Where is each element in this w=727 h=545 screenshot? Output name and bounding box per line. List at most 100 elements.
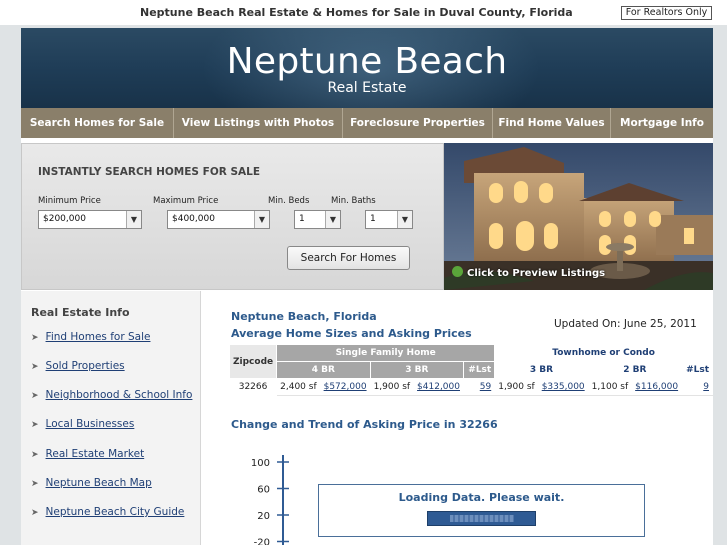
sidebar-item-label: Sold Properties: [45, 360, 125, 372]
sidebar-item-local-businesses[interactable]: ➤ Local Businesses: [31, 418, 134, 430]
tc3-price-link[interactable]: $335,000: [542, 382, 585, 392]
sf4-price-link[interactable]: $572,000: [324, 382, 367, 392]
chevron-right-icon: ➤: [31, 479, 39, 489]
sidebar-item-find-homes[interactable]: ➤ Find Homes for Sale: [31, 331, 150, 343]
sidebar-item-label: Real Estate Market: [45, 448, 145, 460]
zip-header: Zipcode: [228, 344, 278, 379]
min-baths-label: Min. Baths: [331, 196, 376, 206]
chevron-down-icon: ▼: [126, 211, 141, 228]
sidebar-item-label: Neptune Beach Map: [45, 477, 152, 489]
nav-view-listings[interactable]: View Listings with Photos: [174, 108, 343, 138]
tc3-price-cell: $335,000: [537, 378, 589, 396]
min-baths-select[interactable]: 1 ▼: [365, 210, 413, 229]
preview-listings-link[interactable]: Click to Preview Listings: [452, 266, 605, 279]
chart-y-axis: 100 60 20 -20: [251, 455, 289, 545]
tc-2br-header: 2 BR: [587, 361, 683, 379]
chart-y-tick-label: 60: [257, 485, 270, 496]
page-title: Neptune Beach Real Estate & Homes for Sa…: [140, 6, 573, 19]
sidebar-item-label: Find Homes for Sale: [45, 331, 151, 343]
sidebar-item-market[interactable]: ➤ Real Estate Market: [31, 448, 144, 460]
min-price-label: Minimum Price: [38, 196, 101, 206]
top-strip: Neptune Beach Real Estate & Homes for Sa…: [0, 0, 727, 25]
sf-4br-header: 4 BR: [276, 361, 371, 379]
tc-lst-header: #Lst: [681, 361, 713, 379]
chevron-down-icon: ▼: [325, 211, 340, 228]
sidebar-item-neighborhood[interactable]: ➤ Neighborhood & School Info: [31, 389, 192, 401]
sidebar-item-label: Neighborhood & School Info: [45, 389, 193, 401]
sf-3br-header: 3 BR: [369, 361, 465, 379]
main-nav: Search Homes for Sale View Listings with…: [21, 108, 713, 138]
sf4-price-cell: $572,000: [319, 378, 371, 396]
townhome-header: Townhome or Condo: [494, 344, 713, 362]
site-banner[interactable]: Neptune Beach Real Estate: [21, 28, 713, 108]
chevron-right-icon: ➤: [31, 508, 39, 518]
loading-text: Loading Data. Please wait.: [398, 491, 565, 504]
chevron-right-icon: ➤: [31, 391, 39, 401]
zip-cell: 32266: [228, 378, 278, 396]
loading-progress-bar: [427, 511, 536, 526]
sidebar-title: Real Estate Info: [31, 306, 130, 319]
sf3-price-cell: $412,000: [413, 378, 464, 396]
single-family-header: Single Family Home: [276, 344, 496, 362]
sf3-size-cell: 1,900 sf: [369, 378, 415, 396]
chart-y-tick-label: 20: [257, 511, 270, 522]
preview-listings-label: Click to Preview Listings: [467, 268, 606, 279]
tc2-price-cell: $116,000: [631, 378, 683, 396]
chevron-right-icon: ➤: [31, 362, 39, 372]
banner-subtitle: Real Estate: [327, 80, 407, 96]
nav-mortgage-info[interactable]: Mortgage Info: [611, 108, 713, 138]
nav-foreclosure[interactable]: Foreclosure Properties: [343, 108, 493, 138]
section-subtitle: Average Home Sizes and Asking Prices: [231, 327, 472, 340]
max-price-value: $400,000: [172, 214, 215, 224]
chart-y-tick-label: 100: [251, 458, 270, 469]
search-for-homes-button[interactable]: Search For Homes: [287, 246, 410, 270]
chevron-down-icon: ▼: [254, 211, 269, 228]
max-price-select[interactable]: $400,000 ▼: [167, 210, 270, 229]
sf-lst-header: #Lst: [462, 361, 496, 379]
tc-lst-link[interactable]: 9: [703, 382, 709, 392]
sidebar-item-sold-properties[interactable]: ➤ Sold Properties: [31, 360, 125, 372]
table-row: 32266 2,400 sf $572,000 1,900 sf $412,00…: [228, 378, 713, 396]
updated-date: Updated On: June 25, 2011: [554, 318, 697, 330]
sidebar-item-city-guide[interactable]: ➤ Neptune Beach City Guide: [31, 506, 184, 518]
tc3-size-cell: 1,900 sf: [494, 378, 539, 396]
tc-lst-cell: 9: [681, 378, 713, 396]
sf4-size-cell: 2,400 sf: [276, 378, 321, 396]
chevron-right-icon: ➤: [31, 450, 39, 460]
min-beds-value: 1: [299, 214, 305, 224]
sidebar: Real Estate Info ➤ Find Homes for Sale ➤ S…: [21, 291, 201, 545]
search-heading: INSTANTLY SEARCH HOMES FOR SALE: [38, 166, 261, 178]
min-baths-value: 1: [370, 214, 376, 224]
tc-3br-header: 3 BR: [494, 361, 589, 379]
chevron-down-icon: ▼: [397, 211, 412, 228]
chart-y-tick-label: -20: [254, 538, 270, 545]
house-photo[interactable]: Click to Preview Listings: [444, 143, 713, 290]
min-beds-label: Min. Beds: [268, 196, 310, 206]
nav-search-homes[interactable]: Search Homes for Sale: [21, 108, 174, 138]
min-price-select[interactable]: $200,000 ▼: [38, 210, 142, 229]
min-price-value: $200,000: [43, 214, 86, 224]
chevron-right-icon: ➤: [31, 333, 39, 343]
main-content: Neptune Beach, Florida Average Home Size…: [202, 291, 713, 545]
min-beds-select[interactable]: 1 ▼: [294, 210, 341, 229]
search-panel: INSTANTLY SEARCH HOMES FOR SALE Minimum …: [21, 143, 444, 290]
tc2-price-link[interactable]: $116,000: [635, 382, 678, 392]
trend-title: Change and Trend of Asking Price in 3226…: [231, 418, 498, 431]
sf-lst-link[interactable]: 59: [480, 382, 491, 392]
chevron-right-icon: ➤: [31, 420, 39, 430]
tc2-size-cell: 1,100 sf: [587, 378, 633, 396]
max-price-label: Maximum Price: [153, 196, 219, 206]
sidebar-item-label: Local Businesses: [45, 418, 135, 430]
realtors-only-button[interactable]: For Realtors Only: [621, 6, 712, 20]
loading-progress-segments: [450, 515, 514, 522]
sidebar-item-label: Neptune Beach City Guide: [45, 506, 185, 518]
price-table: Zipcode Single Family Home Townhome or C…: [228, 344, 713, 396]
nav-home-values[interactable]: Find Home Values: [493, 108, 611, 138]
sf3-price-link[interactable]: $412,000: [417, 382, 460, 392]
banner-title: Neptune Beach: [226, 41, 508, 82]
sf-lst-cell: 59: [462, 378, 496, 396]
play-icon: [452, 266, 463, 277]
location-title: Neptune Beach, Florida: [231, 310, 377, 323]
loading-box: Loading Data. Please wait.: [318, 484, 645, 537]
sidebar-item-map[interactable]: ➤ Neptune Beach Map: [31, 477, 152, 489]
